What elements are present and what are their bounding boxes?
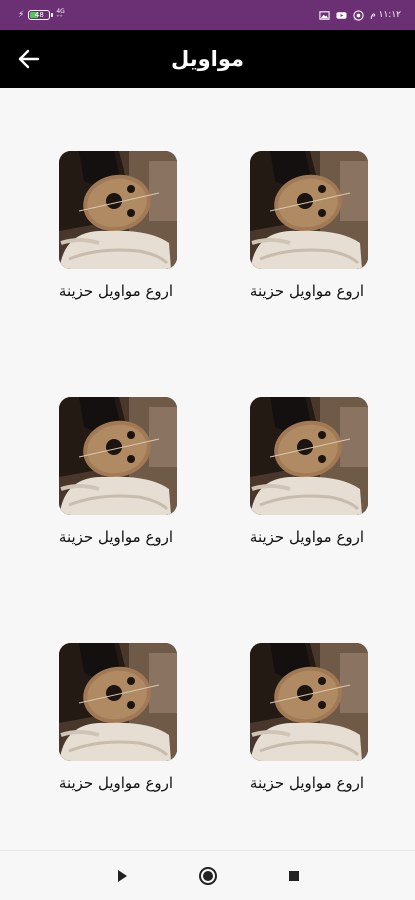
oud-player-image[interactable] (59, 643, 177, 761)
status-bar-right: ١١:١٢ م (319, 9, 401, 21)
status-bar: ⚡ 48 4G ⁺⁺ ١١:١٢ م (0, 0, 415, 30)
app-bar: مواويل (0, 30, 415, 88)
gallery-icon (319, 10, 330, 20)
audio-card-title[interactable]: اروع مواويل حزينة (222, 774, 392, 792)
oud-player-image[interactable] (250, 151, 368, 269)
recents-square-icon (289, 871, 299, 881)
audio-card[interactable]: اروع مواويل حزينة (222, 397, 392, 577)
audio-card[interactable]: اروع مواويل حزينة (222, 643, 392, 823)
audio-card-title[interactable]: اروع مواويل حزينة (31, 774, 201, 792)
audio-grid: اروع مواويل حزينة اروع مواويل حزينة اروع م… (0, 88, 415, 850)
nav-recents-button[interactable] (284, 866, 304, 886)
audio-card-title[interactable]: اروع مواويل حزينة (222, 528, 392, 546)
audio-card[interactable]: اروع مواويل حزينة (222, 151, 392, 331)
audio-card-title[interactable]: اروع مواويل حزينة (31, 282, 201, 300)
back-triangle-icon (118, 870, 127, 882)
battery-level: 48 (34, 11, 44, 19)
oud-player-image[interactable] (59, 397, 177, 515)
youtube-icon (336, 11, 347, 19)
nav-home-button[interactable] (198, 866, 218, 886)
audio-card-title[interactable]: اروع مواويل حزينة (31, 528, 201, 546)
audio-card[interactable]: اروع مواويل حزينة (31, 397, 201, 577)
audio-card-title[interactable]: اروع مواويل حزينة (222, 282, 392, 300)
audio-card[interactable]: اروع مواويل حزينة (31, 643, 201, 823)
signal-indicator: 4G ⁺⁺ (56, 9, 64, 21)
clock: ١١:١٢ م (370, 10, 401, 20)
nav-back-button[interactable] (112, 866, 132, 886)
audio-card[interactable]: اروع مواويل حزينة (31, 151, 201, 331)
signal-activity: ⁺⁺ (56, 14, 63, 21)
oud-player-image[interactable] (59, 151, 177, 269)
page-title: مواويل (170, 47, 245, 71)
battery-icon: 48 (28, 10, 54, 20)
whatsapp-icon (353, 9, 364, 21)
home-circle-icon (199, 867, 217, 885)
oud-player-image[interactable] (250, 397, 368, 515)
system-nav-bar (0, 850, 415, 900)
status-bar-left: ⚡ 48 4G ⁺⁺ (18, 9, 65, 21)
charging-icon: ⚡ (18, 10, 25, 20)
oud-player-image[interactable] (250, 643, 368, 761)
